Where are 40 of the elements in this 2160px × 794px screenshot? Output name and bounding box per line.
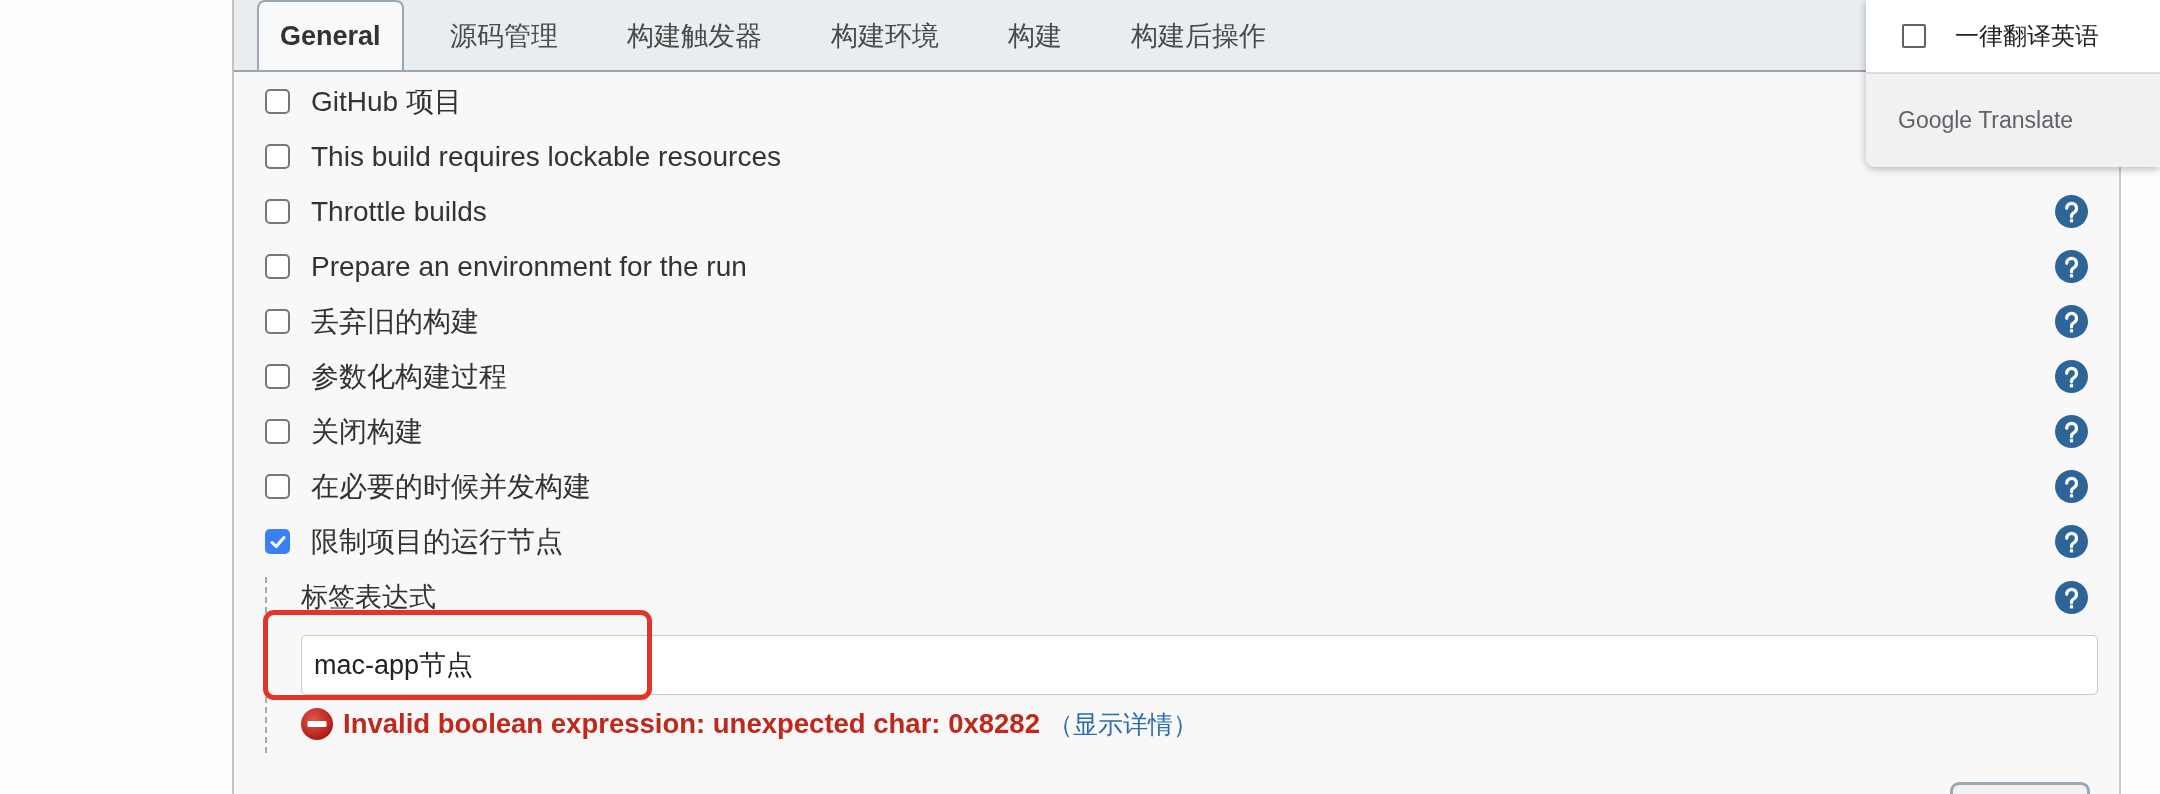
option-label: 参数化构建过程 (311, 359, 507, 394)
checkbox[interactable] (265, 254, 290, 279)
field-label: 标签表达式 (301, 581, 436, 614)
tab[interactable]: 构建后操作 (1107, 0, 1289, 70)
brand-label: Google Translate (1898, 107, 2074, 134)
checkbox[interactable] (265, 199, 290, 224)
tab[interactable]: 构建环境 (807, 0, 962, 70)
error-message: Invalid boolean expression: unexpected char: 0x8282 (343, 708, 1040, 740)
error-icon (301, 708, 333, 740)
checkbox[interactable] (265, 89, 290, 114)
option-label: 一律翻译英语 (1955, 21, 2099, 51)
help-icon[interactable] (2055, 415, 2088, 448)
checkbox[interactable] (1902, 24, 1926, 48)
help-icon[interactable] (2055, 580, 2088, 614)
help-icon[interactable] (2055, 250, 2088, 283)
option-label: GitHub 项目 (311, 84, 462, 119)
details-link[interactable]: （显示详情） (1047, 707, 1198, 741)
help-icon[interactable] (2055, 525, 2088, 558)
option-label: 丢弃旧的构建 (311, 304, 479, 339)
help-icon[interactable] (2055, 470, 2088, 503)
checkbox[interactable] (265, 474, 290, 499)
checkbox[interactable] (265, 529, 290, 554)
option-label: 限制项目的运行节点 (311, 524, 563, 559)
checkbox[interactable] (265, 364, 290, 389)
option-label: Throttle builds (311, 195, 487, 228)
tab[interactable]: General (257, 0, 404, 70)
help-icon[interactable] (2055, 360, 2088, 393)
option-label: 关闭构建 (311, 414, 423, 449)
tab[interactable]: 构建 (984, 0, 1085, 70)
option-label: This build requires lockable resources (311, 140, 781, 173)
option-label: 在必要的时候并发构建 (311, 469, 591, 504)
tab[interactable]: 源码管理 (426, 0, 581, 70)
help-icon[interactable] (2055, 305, 2088, 338)
tab[interactable]: 构建触发器 (603, 0, 785, 70)
option-label: Prepare an environment for the run (311, 250, 747, 283)
help-icon[interactable] (2055, 195, 2088, 228)
checkbox[interactable] (265, 309, 290, 334)
checkbox[interactable] (265, 419, 290, 444)
checkbox[interactable] (265, 144, 290, 169)
label-expression-input[interactable]: mac-app节点 (301, 635, 2098, 695)
